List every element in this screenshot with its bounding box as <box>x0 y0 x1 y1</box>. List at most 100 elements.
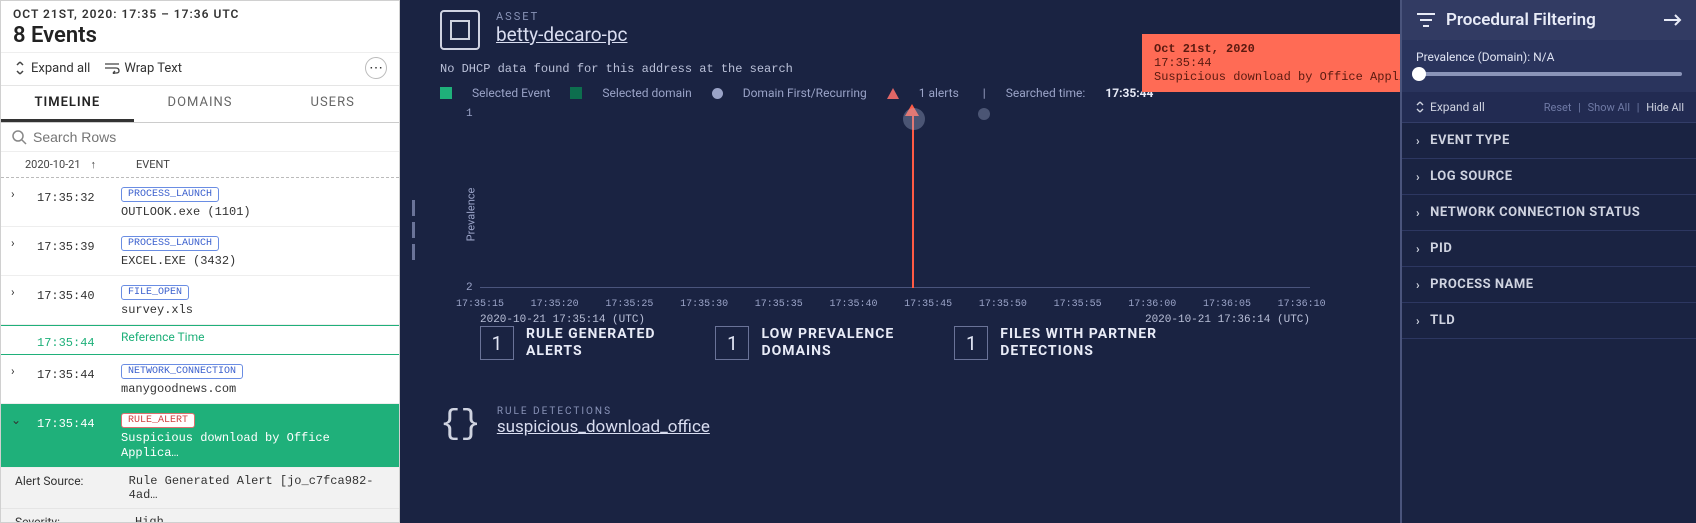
x-tick: 17:35:20 <box>531 299 579 310</box>
table-row[interactable]: › 17:35:32 PROCESS_LAUNCH OUTLOOK.exe (1… <box>1 178 399 227</box>
row-timestamp: 17:35:44 <box>37 411 107 431</box>
stats-row: 1 RULE GENERATEDALERTS 1 LOW PREVALENCED… <box>480 326 1370 360</box>
braces-icon: {} <box>440 406 481 444</box>
expand-all-label: Expand all <box>31 61 90 76</box>
expand-caret[interactable]: › <box>11 185 23 201</box>
stat-count: 1 <box>715 326 749 360</box>
expand-caret[interactable]: › <box>11 362 23 378</box>
center-panel: ASSET betty-decaro-pc No DHCP data found… <box>400 0 1400 523</box>
expand-all-button[interactable]: Expand all <box>13 61 90 76</box>
x-tick: 17:35:40 <box>829 299 877 310</box>
chip-icon <box>440 10 480 50</box>
asset-label: ASSET <box>496 10 627 23</box>
x-range-left: 2020-10-21 17:35:14 (UTC) <box>480 314 645 326</box>
expand-all-filters[interactable]: Expand all <box>1414 100 1485 114</box>
x-tick: 17:35:15 <box>456 299 504 310</box>
collapse-right-button[interactable] <box>1662 13 1682 27</box>
expand-caret[interactable]: › <box>11 283 23 299</box>
stat-partner-detections[interactable]: 1 FILES WITH PARTNERDETECTIONS <box>954 326 1157 360</box>
severity-label: Severity: <box>15 515 115 522</box>
event-count: 8 Events <box>13 23 387 48</box>
event-tag: NETWORK_CONNECTION <box>121 364 243 379</box>
wrap-text-button[interactable]: Wrap Text <box>104 61 182 76</box>
stat-low-prev-domains[interactable]: 1 LOW PREVALENCEDOMAINS <box>715 326 894 360</box>
table-row-alert[interactable]: ⌄ 17:35:44 RULE_ALERT Suspicious downloa… <box>1 404 399 468</box>
show-all-link[interactable]: Show All <box>1588 101 1630 114</box>
legend-alert-triangle-icon <box>887 88 899 99</box>
filter-icon <box>1416 12 1436 28</box>
slider-knob[interactable] <box>1412 67 1426 81</box>
tooltip-time: 17:35:44 <box>1154 56 1400 70</box>
table-row[interactable]: › 17:35:40 FILE_OPEN survey.xls <box>1 276 399 325</box>
alert-vertical-line <box>912 116 914 288</box>
tooltip-date: Oct 21st, 2020 <box>1154 42 1400 56</box>
alert-detail-row: Severity: High <box>1 509 399 522</box>
filter-network-status[interactable]: ›NETWORK CONNECTION STATUS <box>1402 195 1696 231</box>
rule-detection-link[interactable]: suspicious_download_office <box>497 417 710 437</box>
severity-value: High <box>135 515 164 522</box>
collapse-caret[interactable]: ⌄ <box>11 411 23 427</box>
left-header: OCT 21ST, 2020: 17:35 – 17:36 UTC 8 Even… <box>1 1 399 53</box>
stat-count: 1 <box>954 326 988 360</box>
event-desc: Suspicious download by Office Applica… <box>121 431 330 460</box>
more-menu-button[interactable]: ⋯ <box>365 57 387 79</box>
alert-detail-row: Alert Source: Rule Generated Alert [jo_c… <box>1 468 399 509</box>
x-tick: 17:35:30 <box>680 299 728 310</box>
prevalence-slider[interactable] <box>1416 72 1682 76</box>
domain-point[interactable] <box>978 108 990 120</box>
tab-users[interactable]: USERS <box>266 86 399 122</box>
stat-count: 1 <box>480 326 514 360</box>
left-tabs: TIMELINE DOMAINS USERS <box>1 86 399 123</box>
table-row[interactable]: › 17:35:39 PROCESS_LAUNCH EXCEL.EXE (343… <box>1 227 399 276</box>
search-input[interactable] <box>33 129 389 145</box>
panel-resize-handle[interactable] <box>412 200 418 260</box>
tab-timeline[interactable]: TIMELINE <box>1 86 134 122</box>
x-tick: 17:35:35 <box>755 299 803 310</box>
chevron-right-icon: › <box>1416 134 1420 148</box>
event-tag: RULE_ALERT <box>121 413 195 428</box>
chart-tooltip: Oct 21st, 2020 17:35:44 Suspicious downl… <box>1142 34 1400 92</box>
reference-time-row: 17:35:44 Reference Time <box>1 325 399 355</box>
stat-rule-alerts[interactable]: 1 RULE GENERATEDALERTS <box>480 326 655 360</box>
x-tick: 17:36:00 <box>1128 299 1176 310</box>
x-tick: 17:35:50 <box>979 299 1027 310</box>
legend-selected-event-swatch <box>440 87 452 99</box>
event-rows[interactable]: › 17:35:32 PROCESS_LAUNCH OUTLOOK.exe (1… <box>1 178 399 522</box>
row-timestamp: 17:35:39 <box>37 234 107 254</box>
table-row[interactable]: › 17:35:44 NETWORK_CONNECTION manygoodne… <box>1 355 399 404</box>
event-desc: EXCEL.EXE (3432) <box>121 254 236 268</box>
tab-domains[interactable]: DOMAINS <box>134 86 267 122</box>
row-timestamp: 17:35:44 <box>37 330 107 350</box>
left-panel: OCT 21ST, 2020: 17:35 – 17:36 UTC 8 Even… <box>0 0 400 523</box>
search-icon <box>11 129 27 145</box>
th-date[interactable]: 2020-10-21 <box>25 158 81 171</box>
legend-domain-fr-label: Domain First/Recurring <box>743 86 867 100</box>
filter-event-type[interactable]: ›EVENT TYPE <box>1402 123 1696 159</box>
y-axis-label: Prevalence <box>464 188 477 242</box>
legend-selected-domain-label: Selected domain <box>602 86 691 100</box>
asset-name-link[interactable]: betty-decaro-pc <box>496 23 627 46</box>
domain-point[interactable] <box>903 108 925 130</box>
expand-caret[interactable]: › <box>11 234 23 250</box>
expand-all-label: Expand all <box>1430 100 1485 114</box>
filter-log-source[interactable]: ›LOG SOURCE <box>1402 159 1696 195</box>
rule-detections-section: {} RULE DETECTIONS suspicious_download_o… <box>440 406 1370 444</box>
table-header: 2020-10-21 ↑ EVENT <box>1 152 399 178</box>
filter-pid[interactable]: ›PID <box>1402 231 1696 267</box>
alert-source-value: Rule Generated Alert [jo_c7fca982-4ad… <box>129 474 385 502</box>
reset-link[interactable]: Reset <box>1544 101 1572 114</box>
y-tick: 1 <box>466 108 473 120</box>
tooltip-title: Suspicious download by Office Applicatio… <box>1154 70 1400 84</box>
x-tick: 17:35:25 <box>605 299 653 310</box>
filter-tld[interactable]: ›TLD <box>1402 303 1696 339</box>
chevron-right-icon: › <box>1416 242 1420 256</box>
hide-all-link[interactable]: Hide All <box>1646 101 1684 114</box>
prevalence-label: Prevalence (Domain): N/A <box>1416 50 1682 64</box>
x-tick: 17:35:55 <box>1054 299 1102 310</box>
right-panel: Procedural Filtering Prevalence (Domain)… <box>1400 0 1696 523</box>
filter-process-name[interactable]: ›PROCESS NAME <box>1402 267 1696 303</box>
x-tick: 17:36:05 <box>1203 299 1251 310</box>
wrap-text-label: Wrap Text <box>124 61 182 76</box>
prevalence-chart[interactable]: Prevalence 1 2 17:35:15 17:35:20 17:35:2… <box>480 108 1310 308</box>
expand-vertical-icon <box>13 61 27 75</box>
